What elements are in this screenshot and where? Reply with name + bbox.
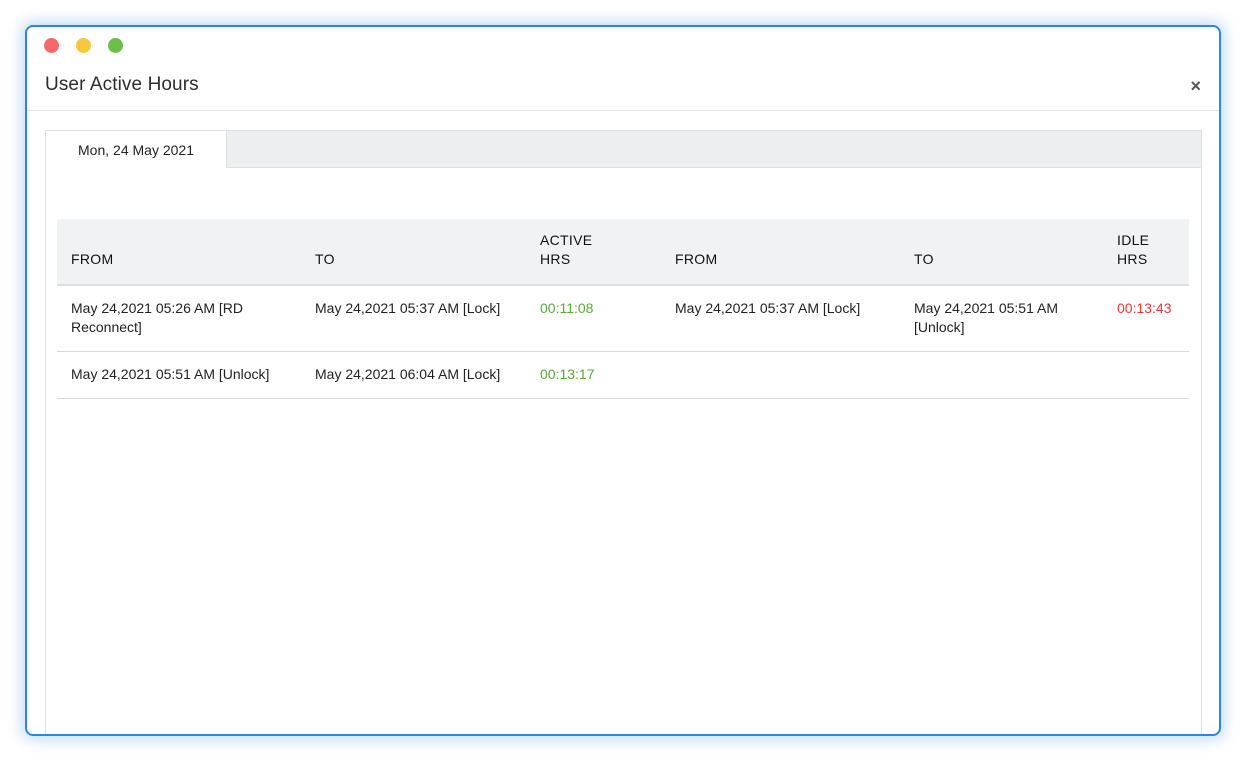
modal-header: User Active Hours × bbox=[27, 73, 1219, 111]
header-idle-hrs-line1: IDLE bbox=[1117, 232, 1150, 248]
cell-idle-hrs: 00:13:43 bbox=[1103, 285, 1189, 352]
header-to-idle: TO bbox=[900, 219, 1103, 286]
table-header-row: FROM TO ACTIVE HRS FROM TO IDLE HRS bbox=[57, 219, 1189, 286]
cell-active-from: May 24,2021 05:26 AM [RD Reconnect] bbox=[57, 285, 301, 352]
header-idle-hrs-line2: HRS bbox=[1117, 251, 1148, 267]
tab-date[interactable]: Mon, 24 May 2021 bbox=[46, 131, 227, 168]
window-close-dot-icon[interactable] bbox=[44, 38, 59, 53]
header-active-hrs-line2: HRS bbox=[540, 251, 571, 267]
active-hours-table: FROM TO ACTIVE HRS FROM TO IDLE HRS May … bbox=[57, 219, 1189, 399]
header-from-idle: FROM bbox=[661, 219, 900, 286]
header-active-hrs: ACTIVE HRS bbox=[526, 219, 661, 286]
modal-title: User Active Hours bbox=[45, 74, 199, 95]
cell-idle-to: May 24,2021 05:51 AM [Unlock] bbox=[900, 285, 1103, 352]
cell-idle-from bbox=[661, 351, 900, 399]
date-tab-bar: Mon, 24 May 2021 bbox=[46, 131, 1201, 168]
table-row: May 24,2021 05:26 AM [RD Reconnect] May … bbox=[57, 285, 1189, 352]
cell-active-from: May 24,2021 05:51 AM [Unlock] bbox=[57, 351, 301, 399]
window-minimize-dot-icon[interactable] bbox=[76, 38, 91, 53]
cell-active-to: May 24,2021 06:04 AM [Lock] bbox=[301, 351, 526, 399]
cell-idle-hrs bbox=[1103, 351, 1189, 399]
cell-active-hrs: 00:13:17 bbox=[526, 351, 661, 399]
content-panel: Mon, 24 May 2021 FROM TO ACTIVE HRS FROM… bbox=[45, 130, 1202, 734]
table-row: May 24,2021 05:51 AM [Unlock] May 24,202… bbox=[57, 351, 1189, 399]
window-maximize-dot-icon[interactable] bbox=[108, 38, 123, 53]
cell-idle-to bbox=[900, 351, 1103, 399]
window-controls bbox=[44, 38, 123, 53]
close-icon[interactable]: × bbox=[1190, 75, 1201, 97]
header-from-active: FROM bbox=[57, 219, 301, 286]
cell-idle-from: May 24,2021 05:37 AM [Lock] bbox=[661, 285, 900, 352]
header-active-hrs-line1: ACTIVE bbox=[540, 232, 593, 248]
header-to-active: TO bbox=[301, 219, 526, 286]
cell-active-to: May 24,2021 05:37 AM [Lock] bbox=[301, 285, 526, 352]
cell-active-hrs: 00:11:08 bbox=[526, 285, 661, 352]
header-idle-hrs: IDLE HRS bbox=[1103, 219, 1189, 286]
modal-window: User Active Hours × Mon, 24 May 2021 FRO… bbox=[25, 25, 1221, 736]
